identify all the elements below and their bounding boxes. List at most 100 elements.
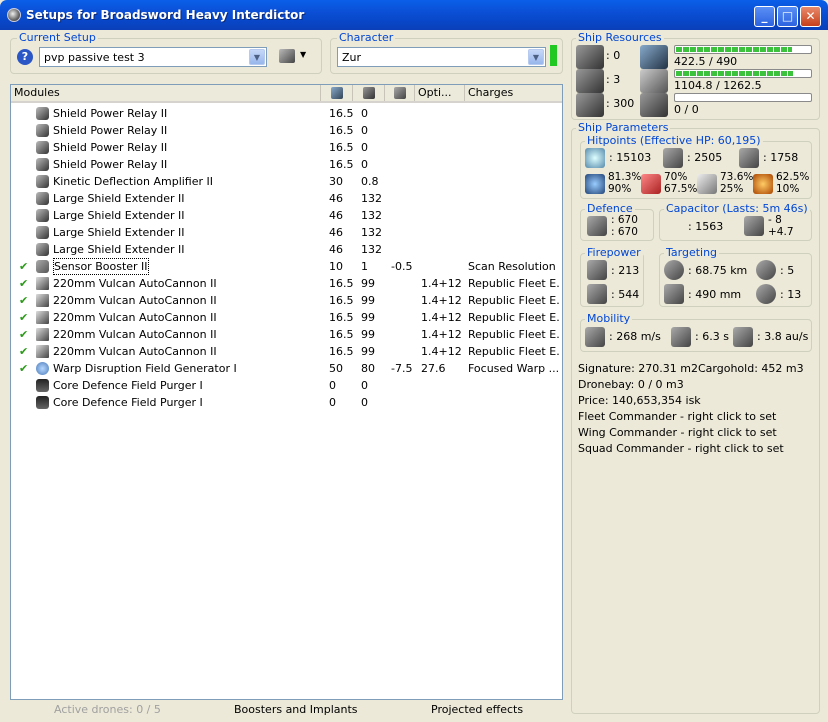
maximize-button[interactable]: □ (777, 6, 798, 27)
thermal-resist-armor: 67.5% (664, 183, 698, 195)
cpu-value: 422.5 / 490 (674, 55, 738, 68)
table-row[interactable]: ✔ 220mm Vulcan AutoCannon II 16.5 99 1.4+12 R… (11, 275, 562, 292)
table-row[interactable]: Kinetic Deflection Amplifier II 30 0.8 (11, 173, 562, 190)
launcher-hardpoints-icon (576, 69, 604, 93)
module-power: 99 (361, 328, 375, 341)
minimize-button[interactable]: _ (754, 6, 775, 27)
defence-value-b: : 670 (611, 226, 638, 238)
ship-parameters-group: Ship Parameters Hitpoints (Effective HP:… (571, 121, 820, 714)
app-icon[interactable] (7, 8, 21, 22)
table-row[interactable]: Shield Power Relay II 16.5 0 (11, 122, 562, 139)
module-cpu: 16.5 (329, 277, 354, 290)
active-check-icon[interactable]: ✔ (19, 326, 28, 343)
module-name: 220mm Vulcan AutoCannon II (53, 294, 217, 307)
module-power: 0.8 (361, 175, 379, 188)
power-icon (363, 87, 375, 99)
module-cpu: 10 (329, 260, 343, 273)
targeting-range-icon (664, 260, 684, 280)
table-row[interactable]: ✔ 220mm Vulcan AutoCannon II 16.5 99 1.4+12 R… (11, 326, 562, 343)
table-row[interactable]: Large Shield Extender II 46 132 (11, 224, 562, 241)
projected-effects-tab[interactable]: Projected effects (431, 703, 523, 716)
module-shield-icon (36, 226, 49, 239)
setup-select[interactable]: pvp passive test 3 ▼ (39, 47, 267, 67)
active-check-icon[interactable]: ✔ (19, 292, 28, 309)
col-power[interactable] (353, 85, 385, 101)
scan-resolution-value: : 490 mm (688, 288, 742, 301)
close-button[interactable]: ✕ (800, 6, 821, 27)
module-power: 1 (361, 260, 368, 273)
table-row[interactable]: ✔ 220mm Vulcan AutoCannon II 16.5 99 1.4+12 R… (11, 309, 562, 326)
chevron-down-icon[interactable]: ▼ (249, 49, 265, 65)
character-select[interactable]: Zur ▼ (337, 47, 546, 67)
col-optimal[interactable]: Opti... (415, 85, 465, 101)
table-row[interactable]: ✔ Sensor Booster II 10 1 -0.5 Scan Resolution (11, 258, 562, 275)
module-power: 132 (361, 209, 382, 222)
table-row[interactable]: Large Shield Extender II 46 132 (11, 207, 562, 224)
active-check-icon[interactable]: ✔ (19, 309, 28, 326)
module-name: Core Defence Field Purger I (53, 379, 203, 392)
tools-dropdown-icon[interactable]: ▼ (300, 50, 306, 59)
ship-resources-group: Ship Resources : 0 : 3 : 300 422.5 / 490… (571, 31, 820, 120)
module-capacitor: -7.5 (391, 362, 413, 375)
active-drones-tab[interactable]: Active drones: 0 / 5 (54, 703, 161, 716)
module-shield-icon (36, 141, 49, 154)
launcher-hardpoints-value: : 3 (606, 73, 621, 86)
squad-commander[interactable]: Squad Commander - right click to set (578, 442, 784, 455)
table-row[interactable]: ✔ 220mm Vulcan AutoCannon II 16.5 99 1.4+12 R… (11, 343, 562, 360)
cpu-icon (331, 87, 343, 99)
module-cpu: 16.5 (329, 345, 354, 358)
warp-speed-icon (733, 327, 753, 347)
active-check-icon[interactable]: ✔ (19, 275, 28, 292)
help-icon[interactable]: ? (17, 49, 33, 65)
table-row[interactable]: ✔ Warp Disruption Field Generator I 50 80 -7… (11, 360, 562, 377)
module-power: 132 (361, 243, 382, 256)
active-check-icon[interactable]: ✔ (19, 343, 28, 360)
table-row[interactable]: Core Defence Field Purger I 0 0 (11, 377, 562, 394)
character-value: Zur (342, 51, 362, 64)
thermal-resist-icon (641, 174, 661, 194)
shield-icon (585, 148, 605, 168)
tools-icon[interactable] (279, 49, 295, 63)
max-targets-value: : 5 (780, 264, 795, 277)
module-shield-icon (36, 192, 49, 205)
col-charges[interactable]: Charges (465, 85, 562, 101)
em-resist-icon (585, 174, 605, 194)
dronebay-value: Dronebay: 0 / 0 m3 (578, 378, 684, 391)
fleet-commander[interactable]: Fleet Commander - right click to set (578, 410, 776, 423)
ship-parameters-label: Ship Parameters (576, 121, 671, 134)
calibration-value: : 300 (606, 97, 635, 110)
table-row[interactable]: Core Defence Field Purger I 0 0 (11, 394, 562, 411)
table-row[interactable]: Shield Power Relay II 16.5 0 (11, 156, 562, 173)
module-cpu: 16.5 (329, 141, 354, 154)
drone-bandwidth-icon (640, 93, 668, 117)
title-bar[interactable]: Setups for Broadsword Heavy Interdictor … (0, 0, 828, 30)
active-check-icon[interactable]: ✔ (19, 360, 28, 377)
module-name: Large Shield Extender II (53, 226, 185, 239)
volley-icon (587, 284, 607, 304)
table-row[interactable]: Shield Power Relay II 16.5 0 (11, 105, 562, 122)
kinetic-resist-shield: 73.6% (720, 171, 754, 183)
hull-icon (739, 148, 759, 168)
active-check-icon[interactable]: ✔ (19, 258, 28, 275)
shield-hp-value: : 15103 (609, 151, 652, 164)
modules-list[interactable]: Modules Opti... Charges Shield Power Rel… (10, 84, 563, 700)
turret-hardpoints-icon (576, 45, 604, 69)
wing-commander[interactable]: Wing Commander - right click to set (578, 426, 777, 439)
table-row[interactable]: Large Shield Extender II 46 132 (11, 241, 562, 258)
hull-hp-value: : 1758 (763, 151, 799, 164)
col-modules[interactable]: Modules (11, 85, 321, 101)
module-power: 99 (361, 277, 375, 290)
boosters-implants-tab[interactable]: Boosters and Implants (234, 703, 358, 716)
module-shield-icon (36, 107, 49, 120)
col-cpu[interactable] (321, 85, 353, 101)
col-capacitor[interactable] (385, 85, 415, 101)
scan-resolution-icon (664, 284, 684, 304)
module-optimal: 1.4+12 (421, 311, 462, 324)
table-row[interactable]: Shield Power Relay II 16.5 0 (11, 139, 562, 156)
table-row[interactable]: ✔ 220mm Vulcan AutoCannon II 16.5 99 1.4+12 R… (11, 292, 562, 309)
window-title: Setups for Broadsword Heavy Interdictor (26, 8, 305, 22)
module-cpu: 46 (329, 243, 343, 256)
chevron-down-icon[interactable]: ▼ (528, 49, 544, 65)
table-row[interactable]: Large Shield Extender II 46 132 (11, 190, 562, 207)
cpu-bar (674, 45, 812, 54)
